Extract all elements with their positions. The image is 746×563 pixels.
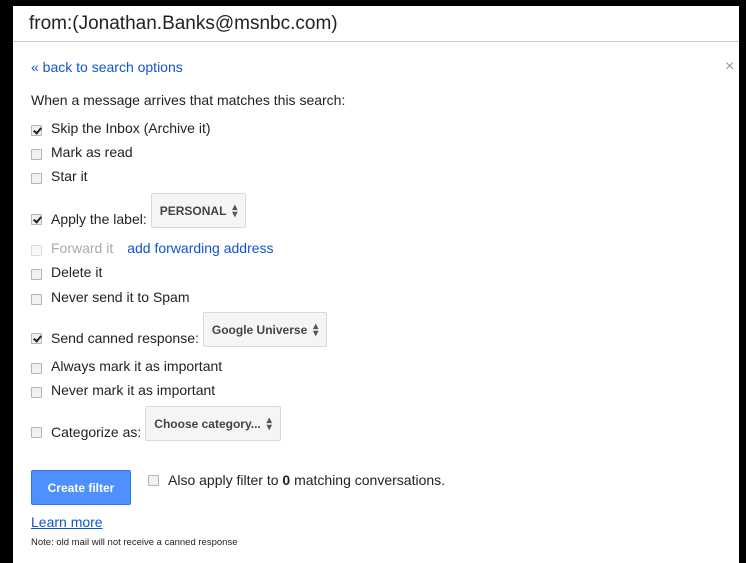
select-arrows-icon: ▴ ▾ [313,320,319,339]
canned-response-select[interactable]: Google Universe ▴ ▾ [202,312,328,347]
option-mark-read[interactable]: Mark as read [31,144,133,160]
search-query[interactable]: from:(Jonathan.Banks@msnbc.com) [13,6,739,42]
matching-count: 0 [282,472,291,488]
add-forwarding-address-link[interactable]: add forwarding address [127,240,273,256]
forward-it-checkbox [31,245,42,256]
category-select-value: Choose category... [154,416,261,431]
never-important-label: Never mark it as important [51,382,216,398]
forward-it-label: Forward it [51,240,114,256]
categorize-label: Categorize as: [51,424,142,440]
also-apply-option[interactable]: Also apply filter to 0 matching conversa… [148,472,445,488]
never-spam-checkbox[interactable] [31,294,42,305]
delete-it-checkbox[interactable] [31,269,42,280]
option-categorize[interactable]: Categorize as: Choose category... ▴ ▾ [31,406,281,441]
back-to-search-options-link[interactable]: « back to search options [31,59,183,75]
option-delete-it[interactable]: Delete it [31,264,102,280]
label-select-value: PERSONAL [159,203,227,218]
never-important-checkbox[interactable] [31,387,42,398]
option-never-important[interactable]: Never mark it as important [31,382,215,398]
apply-label-label: Apply the label: [51,211,147,227]
learn-more-link[interactable]: Learn more [31,514,103,530]
categorize-checkbox[interactable] [31,427,42,438]
category-select[interactable]: Choose category... ▴ ▾ [145,406,281,441]
canned-response-checkbox[interactable] [31,333,42,344]
filter-heading: When a message arrives that matches this… [31,92,346,108]
option-canned-response[interactable]: Send canned response: Google Universe ▴ ▾ [31,312,328,347]
skip-inbox-checkbox[interactable] [31,125,42,136]
never-spam-label: Never send it to Spam [51,289,190,305]
option-forward-it: Forward it add forwarding address [31,240,274,256]
delete-it-label: Delete it [51,264,103,280]
always-important-checkbox[interactable] [31,363,42,374]
label-select[interactable]: PERSONAL ▴ ▾ [150,193,247,228]
option-apply-label[interactable]: Apply the label: PERSONAL ▴ ▾ [31,193,247,228]
also-apply-suffix: matching conversations. [290,472,446,488]
option-always-important[interactable]: Always mark it as important [31,358,222,374]
filter-dialog: from:(Jonathan.Banks@msnbc.com) « back t… [13,6,739,563]
option-never-spam[interactable]: Never send it to Spam [31,289,190,305]
also-apply-prefix: Also apply filter to [168,472,283,488]
canned-response-note: Note: old mail will not receive a canned… [31,537,238,548]
also-apply-checkbox[interactable] [148,474,159,486]
close-icon[interactable]: × [725,58,739,76]
mark-read-checkbox[interactable] [31,149,42,160]
star-it-checkbox[interactable] [31,173,42,184]
canned-response-select-value: Google Universe [211,322,308,337]
select-arrows-icon: ▴ ▾ [266,414,272,433]
canned-response-label: Send canned response: [51,330,199,346]
mark-read-label: Mark as read [51,144,133,160]
apply-label-checkbox[interactable] [31,214,42,225]
star-it-label: Star it [51,168,88,184]
create-filter-button[interactable]: Create filter [31,470,131,505]
select-arrows-icon: ▴ ▾ [232,201,238,220]
option-skip-inbox[interactable]: Skip the Inbox (Archive it) [31,120,211,136]
always-important-label: Always mark it as important [51,358,223,374]
option-star-it[interactable]: Star it [31,168,88,184]
skip-inbox-label: Skip the Inbox (Archive it) [51,120,211,136]
